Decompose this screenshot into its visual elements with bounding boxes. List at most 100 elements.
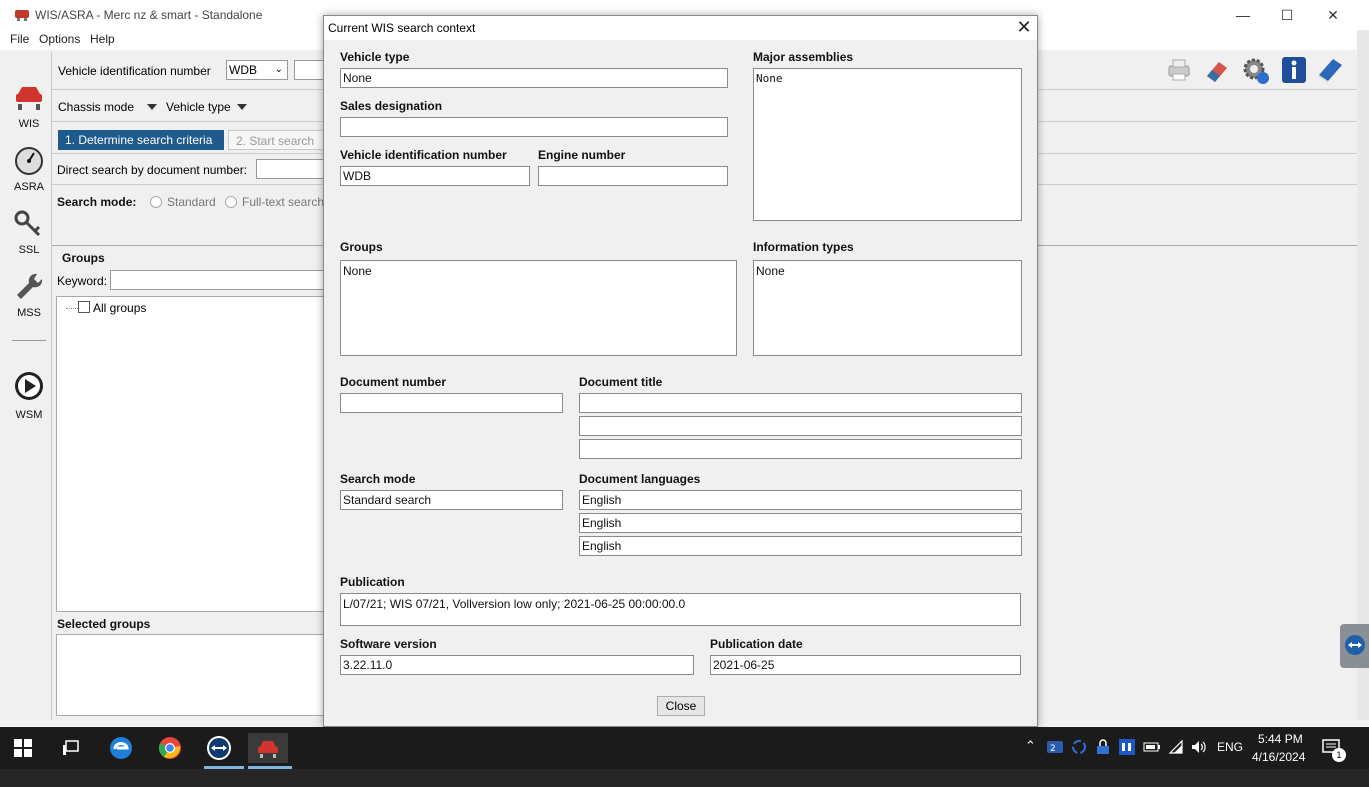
vehicle-type-label: Vehicle type (340, 50, 410, 64)
major-assemblies-box[interactable]: None (753, 68, 1022, 221)
sync-icon[interactable] (1071, 739, 1087, 755)
play-icon[interactable] (12, 369, 46, 403)
clock-time[interactable]: 5:44 PM (1258, 732, 1303, 746)
edge-browser-icon[interactable] (106, 733, 136, 763)
chevron-down-icon[interactable] (147, 104, 157, 110)
menu-options[interactable]: Options (39, 32, 80, 46)
info-icon[interactable] (1281, 56, 1307, 84)
taskbar-lower-strip (0, 769, 1369, 787)
vin-label: Vehicle identification number (58, 64, 211, 78)
vin-input[interactable] (294, 60, 324, 80)
manual-book-icon[interactable] (1315, 55, 1345, 85)
keyword-label: Keyword: (57, 274, 108, 288)
standard-radio[interactable] (150, 196, 162, 208)
fulltext-radio-label[interactable]: Full-text search (242, 195, 324, 209)
eraser-icon[interactable] (1203, 56, 1231, 84)
chevron-down-icon[interactable] (237, 104, 247, 110)
groups-box[interactable]: None (340, 260, 737, 356)
search-mode-field[interactable]: Standard search (340, 490, 563, 510)
sales-designation-field[interactable] (340, 117, 728, 137)
document-number-label: Document number (340, 375, 447, 389)
document-language-1[interactable]: English (579, 490, 1022, 510)
vehicle-type-dropdown[interactable]: Vehicle type (166, 100, 231, 114)
close-window-button[interactable]: ✕ (1310, 0, 1356, 30)
maximize-button[interactable]: ☐ (1264, 0, 1310, 30)
chassis-mode-dropdown[interactable]: Chassis mode (58, 100, 134, 114)
publication-field[interactable]: L/07/21; WIS 07/21, Vollversion low only… (340, 593, 1021, 626)
input-language[interactable]: ENG (1217, 740, 1243, 754)
wis-active-indicator (248, 766, 292, 769)
wis-app-taskbar-icon[interactable] (248, 733, 288, 763)
vehicle-type-field[interactable]: None (340, 68, 728, 88)
network-drive-icon[interactable]: 2 (1046, 739, 1064, 755)
publication-date-field[interactable]: 2021-06-25 (710, 655, 1021, 675)
app-tray-icon[interactable] (1119, 739, 1135, 755)
standard-radio-label[interactable]: Standard (167, 195, 216, 209)
rail-label-ssl[interactable]: SSL (6, 244, 52, 256)
software-version-label: Software version (340, 637, 437, 651)
document-title-field-1[interactable] (579, 393, 1022, 413)
fulltext-radio[interactable] (225, 196, 237, 208)
menu-help[interactable]: Help (90, 32, 115, 46)
software-version-field[interactable]: 3.22.11.0 (340, 655, 694, 675)
rail-label-wsm[interactable]: WSM (6, 409, 52, 421)
document-language-3[interactable]: English (579, 536, 1022, 556)
rail-label-asra[interactable]: ASRA (6, 181, 52, 193)
chevron-down-icon: ⌄ (274, 64, 283, 75)
key-icon[interactable] (12, 208, 46, 242)
volume-icon[interactable] (1190, 739, 1208, 755)
teamviewer-icon[interactable] (204, 733, 234, 763)
direct-search-label: Direct search by document number: (57, 163, 248, 177)
window-title: WIS/ASRA - Merc nz & smart - Standalone (35, 8, 263, 22)
keyword-input[interactable] (110, 270, 326, 290)
chrome-icon[interactable] (155, 733, 185, 763)
vin-field[interactable]: WDB (340, 166, 530, 186)
battery-icon[interactable] (1143, 740, 1161, 754)
close-icon[interactable]: ✕ (1014, 18, 1034, 38)
all-groups-checkbox[interactable] (78, 301, 90, 313)
printer-icon[interactable] (1165, 56, 1193, 84)
settings-gear-icon[interactable] (1241, 56, 1271, 86)
minimize-button[interactable]: — (1220, 0, 1266, 30)
information-types-box[interactable]: None (753, 260, 1022, 356)
rail-label-mss[interactable]: MSS (6, 307, 52, 319)
document-number-field[interactable] (340, 393, 563, 413)
car-lift-icon[interactable] (12, 78, 46, 112)
document-title-label: Document title (579, 375, 663, 389)
engine-number-field[interactable] (538, 166, 728, 186)
information-types-label: Information types (753, 240, 854, 254)
app-icon (14, 7, 30, 22)
wrench-icon[interactable] (12, 270, 46, 304)
close-button[interactable]: Close (657, 696, 705, 716)
windows-start-icon[interactable] (8, 733, 38, 763)
clock-date[interactable]: 4/16/2024 (1252, 750, 1305, 764)
teamviewer-tab[interactable] (1340, 624, 1369, 668)
vin-prefix-value: WDB (229, 63, 257, 77)
selected-groups-heading: Selected groups (57, 617, 151, 631)
publication-date-label: Publication date (710, 637, 803, 651)
sales-designation-label: Sales designation (340, 99, 443, 113)
tree-connector (66, 308, 78, 309)
document-title-field-3[interactable] (579, 439, 1022, 459)
start-search-tab[interactable]: 2. Start search (228, 130, 324, 150)
vin-prefix-select[interactable]: WDB ⌄ (226, 60, 288, 80)
task-view-icon[interactable] (56, 733, 86, 763)
search-mode-label: Search mode (340, 472, 416, 486)
groups-tree (56, 296, 328, 612)
chevron-up-icon[interactable]: ⌃ (1025, 738, 1036, 754)
wifi-icon[interactable] (1168, 739, 1184, 755)
menu-file[interactable]: File (10, 32, 29, 46)
right-edge-strip (1357, 30, 1369, 720)
notification-count-badge: 1 (1332, 748, 1346, 762)
direct-search-input[interactable] (256, 159, 326, 179)
security-lock-icon[interactable] (1095, 739, 1111, 755)
engine-number-label: Engine number (538, 148, 626, 162)
all-groups-label[interactable]: All groups (93, 301, 146, 315)
determine-search-criteria-tab[interactable]: 1. Determine search criteria (58, 130, 224, 150)
document-language-2[interactable]: English (579, 513, 1022, 533)
stopwatch-icon[interactable] (12, 144, 46, 178)
search-mode-label: Search mode: (57, 195, 137, 209)
document-title-field-2[interactable] (579, 416, 1022, 436)
rail-label-wis[interactable]: WIS (6, 118, 52, 130)
svg-text:2: 2 (1050, 744, 1056, 754)
